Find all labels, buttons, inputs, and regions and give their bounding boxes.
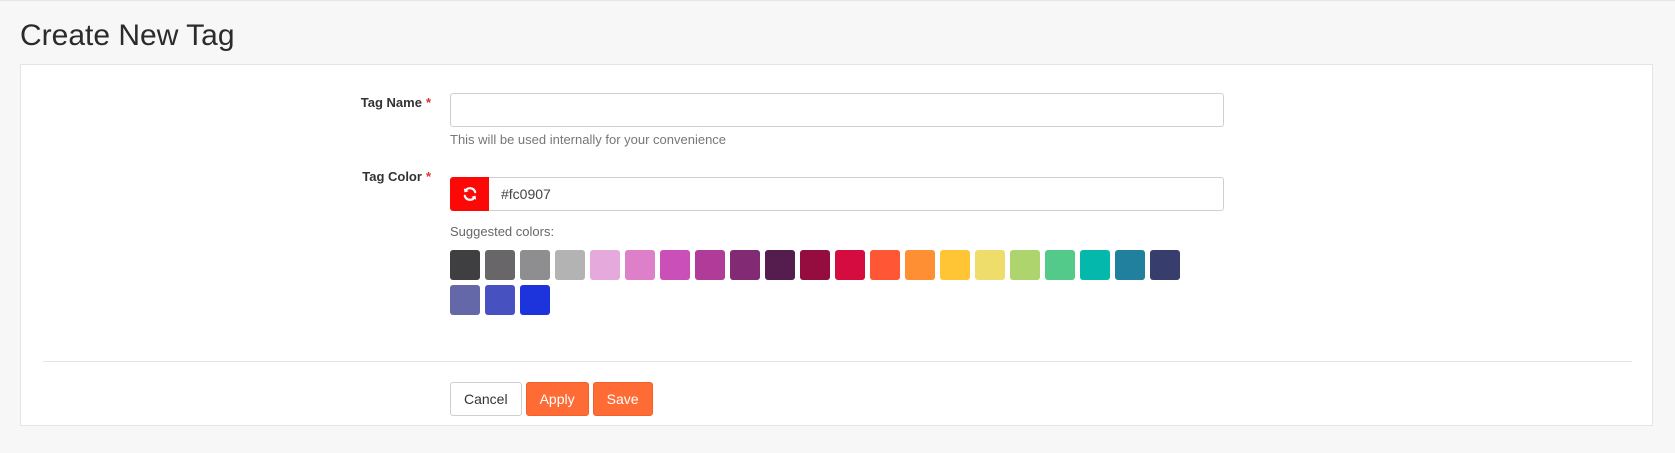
tag-color-group [450,177,1224,211]
color-swatch[interactable] [695,250,725,280]
color-swatch[interactable] [1010,250,1040,280]
required-mark: * [425,169,431,184]
tag-color-label-text: Tag Color [362,169,422,184]
color-swatch[interactable] [485,285,515,315]
color-swatch[interactable] [765,250,795,280]
apply-button[interactable]: Apply [525,382,589,416]
tag-name-help: This will be used internally for your co… [450,132,727,147]
color-swatch[interactable] [450,285,480,315]
tag-name-label-text: Tag Name [360,95,422,110]
suggested-colors-label: Suggested colors: [450,224,555,239]
random-color-button[interactable] [450,177,489,211]
color-swatch[interactable] [870,250,900,280]
cancel-button[interactable]: Cancel [450,382,522,416]
color-swatch[interactable] [625,250,655,280]
color-swatch[interactable] [730,250,760,280]
color-swatch[interactable] [660,250,690,280]
color-swatch[interactable] [520,250,550,280]
color-swatch[interactable] [800,250,830,280]
color-swatch[interactable] [835,250,865,280]
required-mark: * [425,95,431,110]
suggested-colors [450,250,1210,315]
form-divider [43,361,1632,362]
color-swatch[interactable] [940,250,970,280]
color-swatch[interactable] [1150,250,1180,280]
tag-color-input[interactable] [489,177,1224,211]
page: Create New Tag Tag Name * This will be us… [0,0,1675,453]
refresh-icon [463,187,476,201]
color-swatch[interactable] [520,285,550,315]
color-swatch[interactable] [905,250,935,280]
color-swatch[interactable] [1080,250,1110,280]
color-swatch[interactable] [590,250,620,280]
tag-name-input[interactable] [450,93,1224,127]
page-title: Create New Tag [20,19,235,52]
color-swatch[interactable] [450,250,480,280]
color-swatch[interactable] [1045,250,1075,280]
color-swatch[interactable] [975,250,1005,280]
form-actions: Cancel Apply Save [450,382,653,416]
save-button[interactable]: Save [592,382,653,416]
color-swatch[interactable] [555,250,585,280]
tag-form-panel: Tag Name * This will be used internally f… [20,64,1653,426]
color-swatch[interactable] [485,250,515,280]
color-swatch[interactable] [1115,250,1145,280]
tag-color-label: Tag Color * [21,169,431,184]
tag-name-label: Tag Name * [21,95,431,110]
